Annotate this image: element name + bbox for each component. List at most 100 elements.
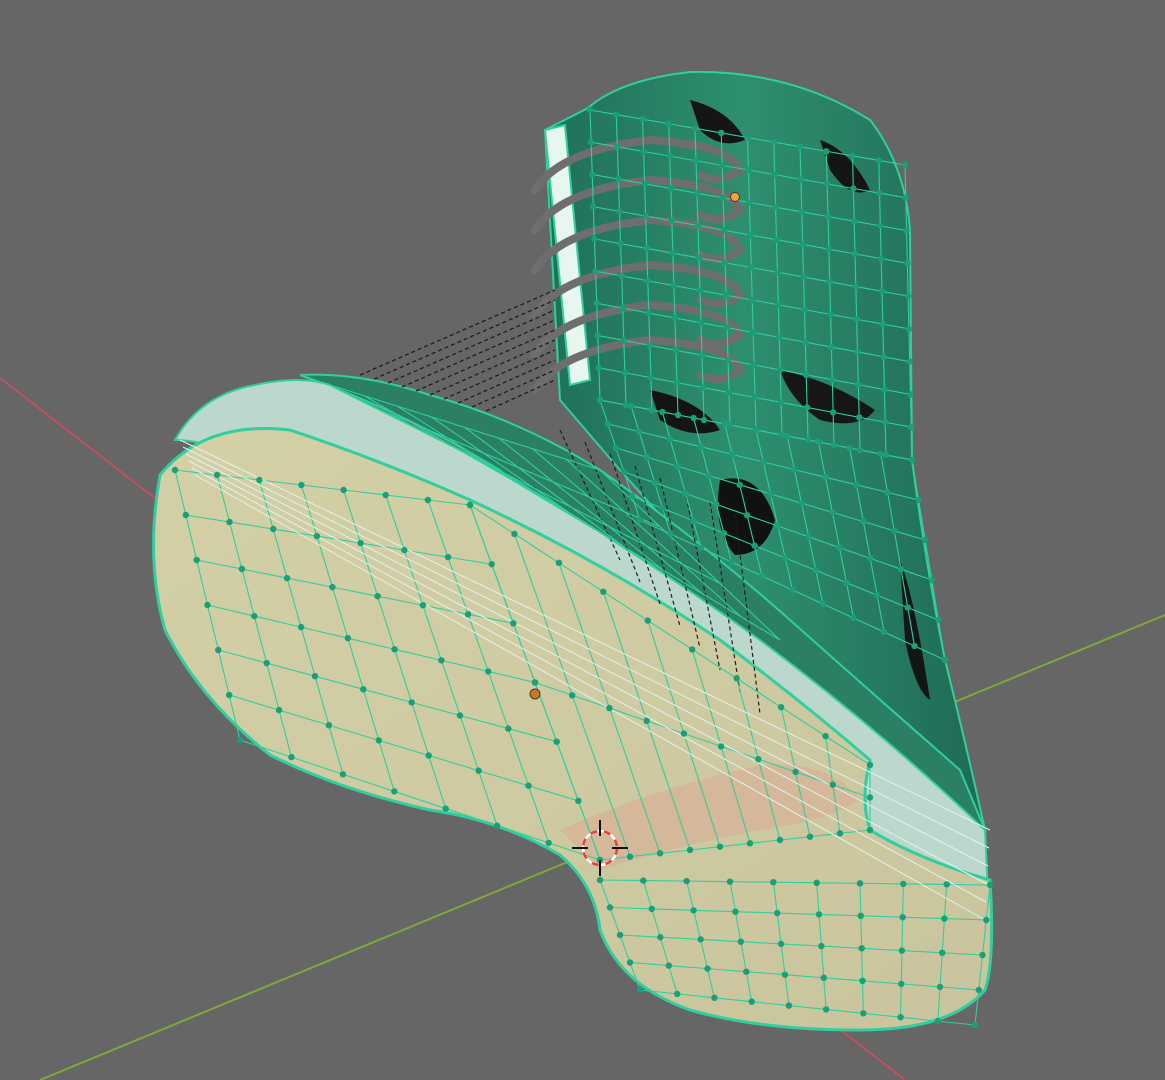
vertex[interactable] [751, 394, 759, 401]
vertex[interactable] [666, 436, 674, 443]
vertex[interactable] [826, 278, 833, 285]
vertex[interactable] [829, 409, 837, 416]
vertex[interactable] [697, 936, 704, 943]
vertex[interactable] [626, 853, 634, 860]
vertex[interactable] [666, 152, 673, 160]
vertex[interactable] [877, 222, 884, 230]
vertex[interactable] [288, 753, 295, 761]
vertex[interactable] [644, 277, 651, 284]
vertex[interactable] [846, 444, 853, 452]
vertex[interactable] [510, 620, 517, 627]
vertex[interactable] [575, 797, 582, 804]
vertex[interactable] [690, 517, 697, 524]
vertex[interactable] [204, 601, 211, 609]
vertex[interactable] [636, 516, 644, 524]
vertex[interactable] [698, 352, 706, 359]
vertex[interactable] [825, 246, 832, 253]
vertex[interactable] [648, 905, 655, 913]
vertex[interactable] [866, 826, 874, 834]
vertex[interactable] [642, 212, 649, 220]
vertex[interactable] [251, 612, 258, 620]
vertex[interactable] [193, 556, 200, 564]
vertex[interactable] [830, 441, 838, 449]
vertex[interactable] [750, 329, 757, 336]
vertex[interactable] [880, 353, 887, 360]
vertex[interactable] [357, 539, 364, 547]
vertex[interactable] [829, 781, 836, 788]
vertex[interactable] [693, 189, 701, 197]
vertex[interactable] [615, 175, 622, 183]
object-origin-icon[interactable] [529, 688, 541, 700]
vertex[interactable] [600, 588, 607, 595]
vertex[interactable] [263, 659, 270, 667]
vertex[interactable] [849, 152, 856, 159]
vertex[interactable] [182, 511, 189, 519]
vertex[interactable] [595, 364, 603, 371]
vertex[interactable] [711, 994, 718, 1001]
vertex[interactable] [360, 686, 367, 693]
vertex[interactable] [344, 635, 352, 642]
vertex[interactable] [692, 157, 700, 164]
vertex[interactable] [747, 231, 754, 239]
vertex[interactable] [915, 496, 922, 504]
vertex[interactable] [743, 968, 750, 975]
vertex[interactable] [697, 544, 705, 552]
vertex[interactable] [686, 846, 694, 854]
vertex[interactable] [799, 241, 806, 248]
vertex[interactable] [720, 194, 727, 201]
vertex[interactable] [683, 877, 690, 885]
vertex[interactable] [488, 561, 495, 568]
vertex[interactable] [408, 699, 415, 706]
vertex[interactable] [971, 1021, 979, 1029]
vertex[interactable] [659, 408, 666, 416]
vertex[interactable] [721, 227, 728, 234]
vertex[interactable] [758, 572, 766, 580]
vertex[interactable] [620, 468, 628, 476]
vertex[interactable] [720, 530, 728, 537]
vertex[interactable] [591, 235, 598, 243]
vertex[interactable] [803, 404, 811, 411]
vertex[interactable] [857, 912, 864, 919]
vertex[interactable] [275, 706, 283, 714]
vertex[interactable] [635, 428, 643, 435]
vertex[interactable] [851, 218, 858, 225]
vertex[interactable] [943, 881, 950, 888]
vertex[interactable] [643, 717, 650, 724]
vertex[interactable] [771, 171, 778, 178]
vertex[interactable] [791, 466, 798, 473]
vertex[interactable] [908, 456, 916, 464]
vertex[interactable] [419, 602, 427, 609]
vertex[interactable] [744, 134, 751, 141]
vertex[interactable] [827, 311, 834, 318]
vertex[interactable] [704, 965, 711, 972]
vertex[interactable] [746, 840, 754, 847]
vertex[interactable] [939, 949, 946, 956]
vertex[interactable] [898, 980, 905, 988]
vertex[interactable] [767, 490, 774, 498]
vertex[interactable] [903, 227, 910, 234]
vertex[interactable] [614, 143, 621, 151]
vertex[interactable] [531, 679, 539, 686]
vertex[interactable] [802, 339, 809, 346]
vertex[interactable] [898, 947, 906, 954]
vertex[interactable] [694, 222, 702, 229]
vertex[interactable] [748, 998, 755, 1005]
vertex[interactable] [594, 332, 601, 339]
vertex[interactable] [822, 1006, 830, 1013]
vertex[interactable] [815, 438, 822, 446]
vertex[interactable] [593, 300, 600, 307]
vertex[interactable] [525, 782, 532, 789]
vertex[interactable] [340, 486, 347, 494]
vertex[interactable] [873, 592, 881, 599]
vertex[interactable] [732, 908, 739, 915]
vertex[interactable] [644, 617, 651, 624]
vertex[interactable] [900, 880, 907, 888]
vertex[interactable] [604, 420, 612, 428]
vertex[interactable] [856, 414, 863, 421]
vertex[interactable] [904, 604, 911, 611]
vertex[interactable] [648, 406, 656, 414]
vertex[interactable] [975, 986, 982, 994]
vertex[interactable] [721, 420, 728, 428]
vertex[interactable] [897, 1014, 904, 1021]
vertex[interactable] [673, 379, 681, 386]
